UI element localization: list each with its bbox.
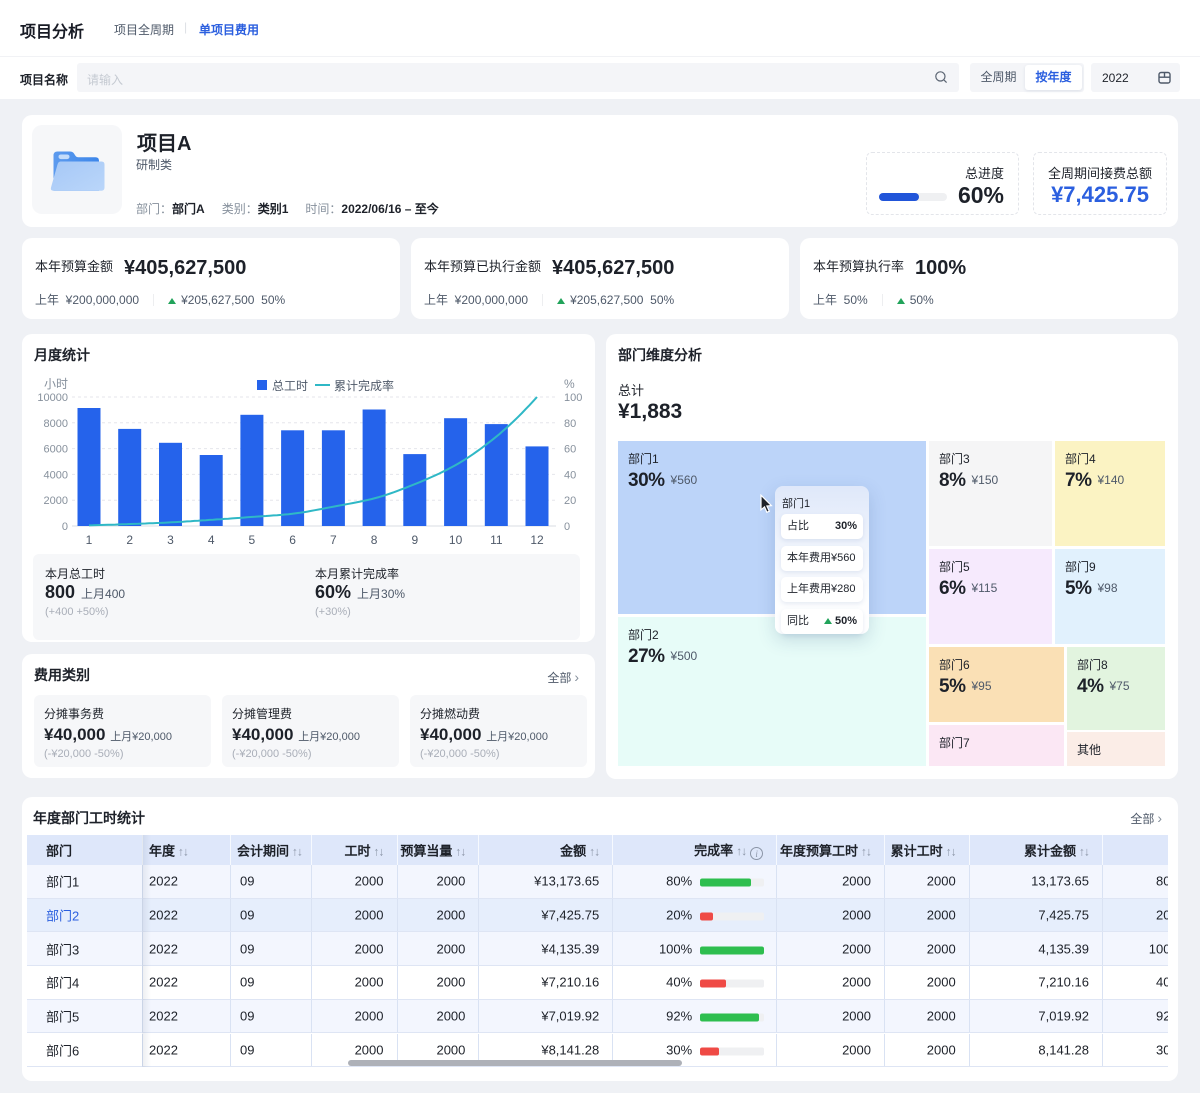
svg-text:总工时: 总工时 [272,379,308,393]
svg-text:7: 7 [330,533,337,547]
svg-text:0: 0 [62,521,68,533]
svg-text:9: 9 [411,533,418,547]
svg-text:8: 8 [371,533,378,547]
svg-text:10: 10 [449,533,463,547]
svg-text:5: 5 [249,533,256,547]
svg-text:6000: 6000 [44,444,68,456]
svg-text:20: 20 [564,495,576,507]
svg-text:10000: 10000 [37,392,68,404]
svg-text:2: 2 [126,533,133,547]
svg-text:6: 6 [289,533,296,547]
svg-text:累计完成率: 累计完成率 [334,378,394,393]
svg-text:3: 3 [167,533,174,547]
svg-text:2000: 2000 [44,495,68,507]
svg-text:12: 12 [530,533,544,547]
svg-text:小时: 小时 [44,377,68,391]
svg-text:80: 80 [564,418,576,430]
svg-text:40: 40 [564,469,576,481]
svg-text:4000: 4000 [44,469,68,481]
svg-text:%: % [564,377,575,391]
svg-text:100: 100 [564,392,582,404]
svg-text:1: 1 [86,533,93,547]
svg-text:8000: 8000 [44,418,68,430]
svg-text:4: 4 [208,533,215,547]
svg-text:0: 0 [564,521,570,533]
svg-text:11: 11 [490,533,503,547]
svg-text:60: 60 [564,444,576,456]
